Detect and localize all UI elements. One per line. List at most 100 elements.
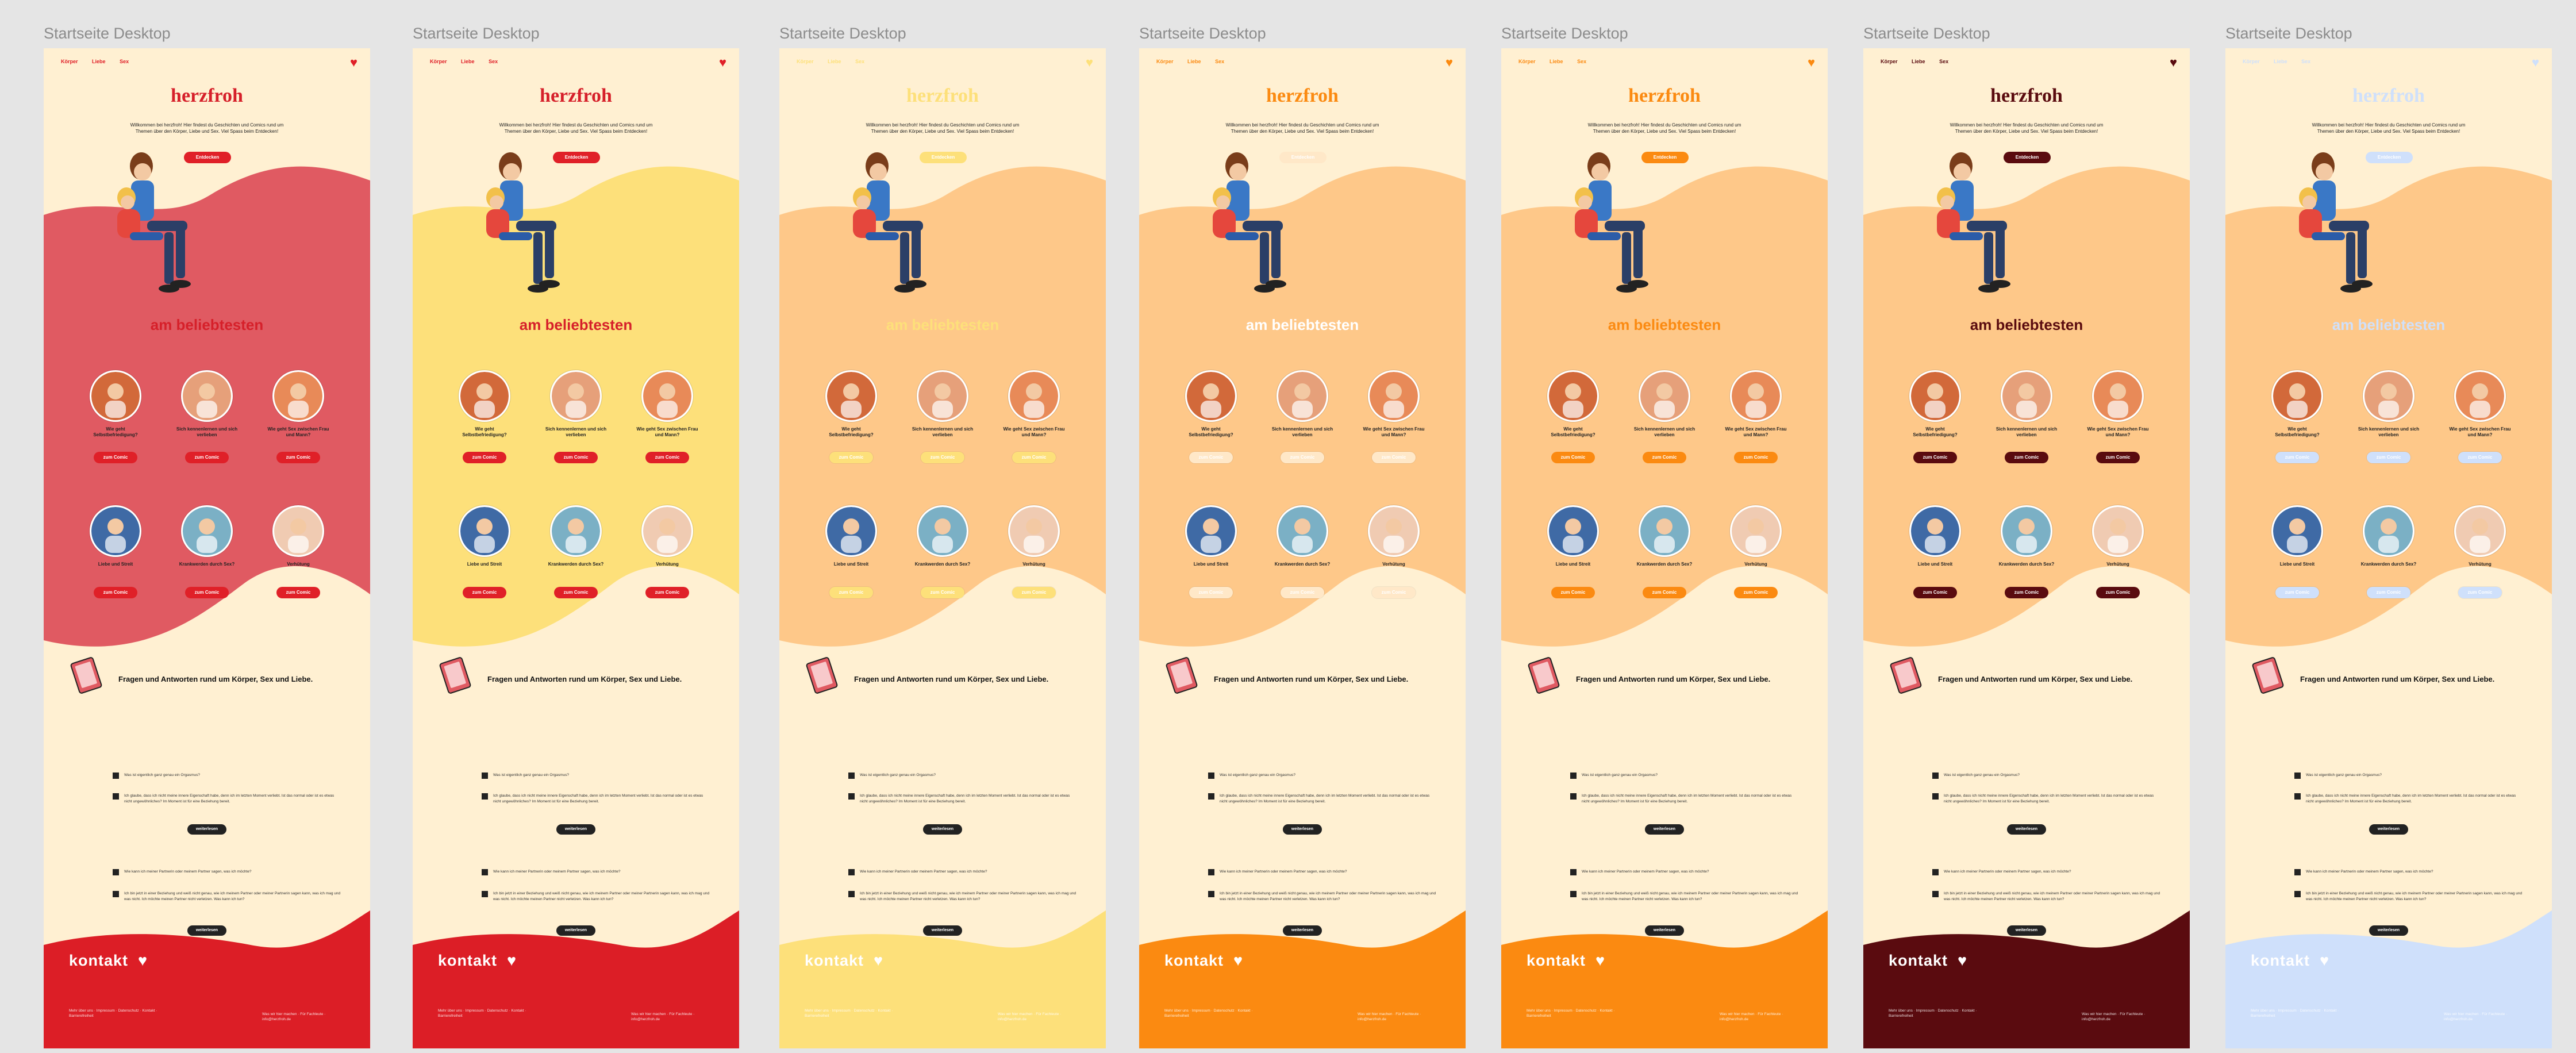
- to-comic-button[interactable]: zum Comic: [1012, 452, 1056, 463]
- comic-thumbnail[interactable]: [2001, 370, 2052, 422]
- artboard[interactable]: Startseite Desktop Körper Liebe Sex ♥ he…: [2225, 22, 2552, 1048]
- faq-question-1[interactable]: Was ist eigentlich ganz genau ein Orgasm…: [1208, 773, 1438, 779]
- heart-icon[interactable]: ♥: [719, 56, 726, 69]
- artboard[interactable]: Startseite Desktop Körper Liebe Sex ♥ he…: [1501, 22, 1828, 1048]
- to-comic-button[interactable]: zum Comic: [1281, 452, 1324, 463]
- footer-links-right[interactable]: Was wir hier machen · Für Fachleute · in…: [2082, 1012, 2151, 1022]
- comic-card[interactable]: Krankwerden durch Sex? zum Comic: [544, 505, 608, 598]
- to-comic-button[interactable]: zum Comic: [185, 452, 229, 463]
- nav-item-sex[interactable]: Sex: [1939, 59, 1948, 64]
- comic-card[interactable]: Liebe und Streit zum Comic: [2266, 505, 2329, 598]
- faq-question-2[interactable]: Wie kann ich meiner Partnerin oder meine…: [113, 869, 343, 875]
- comic-card[interactable]: Verhütung zum Comic: [1002, 505, 1066, 598]
- to-comic-button[interactable]: zum Comic: [1643, 452, 1686, 463]
- nav-item-liebe[interactable]: Liebe: [92, 59, 106, 64]
- read-more-button-1[interactable]: weiterlesen: [923, 824, 962, 835]
- to-comic-button[interactable]: zum Comic: [2458, 452, 2502, 463]
- to-comic-button[interactable]: zum Comic: [1281, 587, 1324, 598]
- comic-thumbnail[interactable]: [1277, 370, 1328, 422]
- to-comic-button[interactable]: zum Comic: [1734, 587, 1778, 598]
- contact-heading[interactable]: kontakt ♥: [1889, 952, 1967, 970]
- artboard-label[interactable]: Startseite Desktop: [1139, 22, 1466, 48]
- comic-card[interactable]: Wie geht Sex zwischen Frau und Mann? zum …: [2086, 370, 2150, 463]
- comic-thumbnail[interactable]: [2454, 370, 2506, 422]
- to-comic-button[interactable]: zum Comic: [94, 587, 137, 598]
- read-more-button-2[interactable]: weiterlesen: [1283, 925, 1322, 936]
- comic-thumbnail[interactable]: [641, 370, 693, 422]
- comic-card[interactable]: Wie geht Selbstbefriedigung? zum Comic: [453, 370, 516, 463]
- footer-links-right[interactable]: Was wir hier machen · Für Fachleute · in…: [631, 1012, 700, 1022]
- comic-card[interactable]: Verhütung zum Comic: [267, 505, 330, 598]
- artboard[interactable]: Startseite Desktop Körper Liebe Sex ♥ he…: [44, 22, 370, 1048]
- to-comic-button[interactable]: zum Comic: [94, 452, 137, 463]
- contact-heading[interactable]: kontakt ♥: [69, 952, 148, 970]
- comic-card[interactable]: Liebe und Streit zum Comic: [820, 505, 883, 598]
- artboard[interactable]: Startseite Desktop Körper Liebe Sex ♥ he…: [413, 22, 739, 1048]
- comic-card[interactable]: Wie geht Sex zwischen Frau und Mann? zum …: [267, 370, 330, 463]
- contact-heading[interactable]: kontakt ♥: [1527, 952, 1605, 970]
- to-comic-button[interactable]: zum Comic: [2005, 452, 2048, 463]
- nav-item-koerper[interactable]: Körper: [430, 59, 447, 64]
- nav-item-koerper[interactable]: Körper: [1881, 59, 1898, 64]
- faq-question-2[interactable]: Wie kann ich meiner Partnerin oder meine…: [1932, 869, 2162, 875]
- to-comic-button[interactable]: zum Comic: [829, 587, 873, 598]
- read-more-button-2[interactable]: weiterlesen: [556, 925, 595, 936]
- comic-card[interactable]: Sich kennenlernen und sich verlieben zum …: [175, 370, 239, 463]
- to-comic-button[interactable]: zum Comic: [2005, 587, 2048, 598]
- footer-links-left[interactable]: Mehr über uns · Impressum · Datenschutz …: [1164, 1008, 1268, 1019]
- contact-heading[interactable]: kontakt ♥: [1164, 952, 1243, 970]
- footer-links-right[interactable]: Was wir hier machen · Für Fachleute · in…: [1720, 1012, 1789, 1022]
- comic-card[interactable]: Wie geht Sex zwischen Frau und Mann? zum …: [1002, 370, 1066, 463]
- nav-item-sex[interactable]: Sex: [1215, 59, 1224, 64]
- read-more-button-1[interactable]: weiterlesen: [1645, 824, 1684, 835]
- comic-card[interactable]: Verhütung zum Comic: [636, 505, 699, 598]
- read-more-button-2[interactable]: weiterlesen: [923, 925, 962, 936]
- read-more-button-1[interactable]: weiterlesen: [2007, 824, 2046, 835]
- contact-heading[interactable]: kontakt ♥: [2251, 952, 2329, 970]
- nav-item-koerper[interactable]: Körper: [1156, 59, 1174, 64]
- comic-thumbnail[interactable]: [1730, 370, 1782, 422]
- comic-thumbnail[interactable]: [1639, 370, 1690, 422]
- comic-thumbnail[interactable]: [1368, 370, 1420, 422]
- comic-thumbnail[interactable]: [1909, 505, 1961, 557]
- comic-card[interactable]: Sich kennenlernen und sich verlieben zum …: [911, 370, 974, 463]
- faq-question-1[interactable]: Was ist eigentlich ganz genau ein Orgasm…: [1932, 773, 2162, 779]
- comic-card[interactable]: Wie geht Selbstbefriedigung? zum Comic: [1541, 370, 1605, 463]
- heart-icon[interactable]: ♥: [350, 56, 357, 69]
- to-comic-button[interactable]: zum Comic: [2096, 452, 2140, 463]
- to-comic-button[interactable]: zum Comic: [1189, 587, 1233, 598]
- to-comic-button[interactable]: zum Comic: [2367, 587, 2410, 598]
- to-comic-button[interactable]: zum Comic: [645, 452, 689, 463]
- faq-question-1[interactable]: Was ist eigentlich ganz genau ein Orgasm…: [113, 773, 343, 779]
- comic-thumbnail[interactable]: [272, 505, 324, 557]
- artboard[interactable]: Startseite Desktop Körper Liebe Sex ♥ he…: [1863, 22, 2190, 1048]
- comic-card[interactable]: Krankwerden durch Sex? zum Comic: [911, 505, 974, 598]
- comic-thumbnail[interactable]: [1547, 370, 1599, 422]
- to-comic-button[interactable]: zum Comic: [1372, 587, 1416, 598]
- footer-links-left[interactable]: Mehr über uns · Impressum · Datenschutz …: [438, 1008, 541, 1019]
- comic-card[interactable]: Sich kennenlernen und sich verlieben zum …: [2357, 370, 2420, 463]
- comic-thumbnail[interactable]: [2092, 370, 2144, 422]
- comic-card[interactable]: Sich kennenlernen und sich verlieben zum …: [1271, 370, 1334, 463]
- read-more-button-2[interactable]: weiterlesen: [1645, 925, 1684, 936]
- artboard-label[interactable]: Startseite Desktop: [779, 22, 1106, 48]
- read-more-button-2[interactable]: weiterlesen: [187, 925, 226, 936]
- nav-item-koerper[interactable]: Körper: [2243, 59, 2260, 64]
- comic-thumbnail[interactable]: [1639, 505, 1690, 557]
- footer-links-left[interactable]: Mehr über uns · Impressum · Datenschutz …: [69, 1008, 172, 1019]
- comic-card[interactable]: Krankwerden durch Sex? zum Comic: [1271, 505, 1334, 598]
- read-more-button-2[interactable]: weiterlesen: [2369, 925, 2408, 936]
- comic-thumbnail[interactable]: [2454, 505, 2506, 557]
- read-more-button-1[interactable]: weiterlesen: [556, 824, 595, 835]
- comic-thumbnail[interactable]: [2001, 505, 2052, 557]
- to-comic-button[interactable]: zum Comic: [1643, 587, 1686, 598]
- comic-card[interactable]: Verhütung zum Comic: [1362, 505, 1425, 598]
- to-comic-button[interactable]: zum Comic: [829, 452, 873, 463]
- comic-card[interactable]: Wie geht Sex zwischen Frau und Mann? zum …: [1724, 370, 1787, 463]
- to-comic-button[interactable]: zum Comic: [1551, 452, 1595, 463]
- comic-card[interactable]: Verhütung zum Comic: [1724, 505, 1787, 598]
- comic-thumbnail[interactable]: [550, 370, 602, 422]
- nav-item-sex[interactable]: Sex: [2301, 59, 2310, 64]
- nav-item-koerper[interactable]: Körper: [797, 59, 814, 64]
- contact-heading[interactable]: kontakt ♥: [438, 952, 517, 970]
